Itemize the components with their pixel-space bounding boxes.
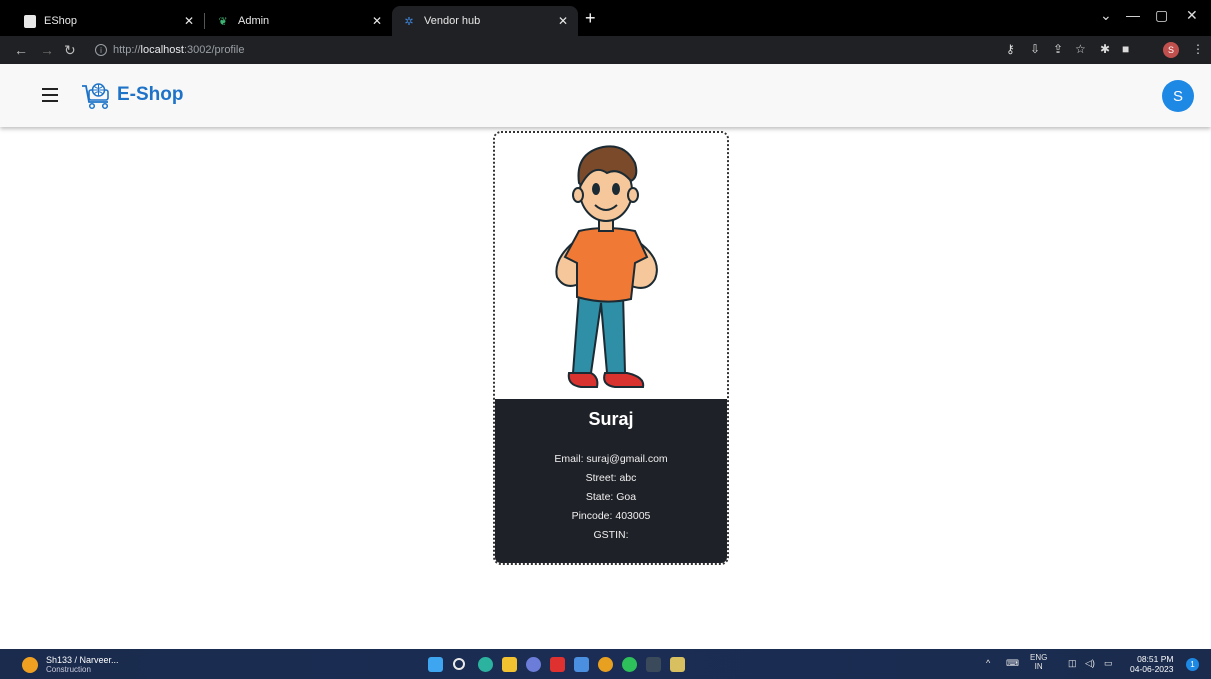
tab-eshop[interactable]: EShop ✕ — [14, 6, 204, 36]
chrome-icon[interactable] — [598, 657, 613, 672]
minimize-icon[interactable]: — — [1126, 7, 1140, 23]
system-clock[interactable]: 08:51 PM 04-06-2023 — [1130, 654, 1173, 674]
language-code: ENG — [1030, 653, 1048, 662]
menu-dots-icon[interactable]: ⋮ — [1192, 42, 1204, 56]
restore-icon[interactable]: ▢ — [1155, 7, 1168, 24]
profile-state: State: Goa — [585, 491, 637, 503]
tab-search-chevron-icon[interactable]: ⌄ — [1100, 7, 1112, 24]
url-scheme: http:// — [113, 44, 141, 56]
new-tab-plus-icon[interactable]: + — [585, 9, 596, 27]
tab-admin[interactable]: ❦ Admin ✕ — [206, 6, 392, 36]
page-icon — [24, 14, 36, 28]
logo-text: E-Shop — [117, 84, 184, 105]
app-header: E-Shop S — [0, 64, 1211, 127]
leaf-icon: ❦ — [218, 15, 228, 28]
forward-arrow-icon[interactable]: → — [40, 41, 54, 59]
url-host: localhost — [140, 44, 184, 56]
keyboard-icon[interactable]: ⌨ — [1006, 658, 1019, 669]
volume-icon[interactable]: ◁) — [1085, 658, 1095, 669]
vscode-icon[interactable] — [574, 657, 589, 672]
share-icon[interactable]: ⇪ — [1053, 42, 1063, 56]
profile-details: Email: suraj@gmail.com Street: abc State… — [495, 450, 727, 545]
whatsapp-icon[interactable] — [622, 657, 637, 672]
profile-street: Street: abc — [585, 472, 637, 484]
weather-widget[interactable]: Sh133 / Narveer... Construction — [22, 656, 119, 674]
tab-vendor-hub[interactable]: ✲ Vendor hub ✕ — [392, 6, 578, 36]
reload-icon[interactable]: ↻ — [64, 41, 76, 59]
browser-tab-strip: EShop ✕ ❦ Admin ✕ ✲ Vendor hub ✕ + ⌄ — ▢… — [0, 0, 1211, 36]
hamburger-menu-icon[interactable] — [42, 88, 58, 102]
browser-toolbar: ← → ↻ i http://localhost:3002/profile ⚷ … — [0, 36, 1211, 64]
extensions-puzzle-icon[interactable]: ✱ — [1100, 42, 1110, 56]
browser-profile-avatar[interactable]: S — [1163, 42, 1179, 58]
chevron-up-icon[interactable]: ^ — [986, 658, 990, 668]
notification-badge[interactable]: 1 — [1186, 658, 1199, 671]
teams-icon[interactable] — [526, 657, 541, 672]
window-close-icon[interactable]: ✕ — [1186, 7, 1198, 24]
profile-name: Suraj — [588, 409, 634, 429]
profile-image — [495, 133, 727, 399]
widget-title: Sh133 / Narveer... — [46, 655, 119, 665]
key-icon[interactable]: ⚷ — [1006, 42, 1015, 56]
battery-icon[interactable]: ▭ — [1104, 658, 1113, 669]
terminal-icon[interactable] — [646, 657, 661, 672]
widget-subtitle: Construction — [46, 665, 91, 674]
info-icon[interactable]: i — [95, 44, 107, 56]
tab-title: Admin — [238, 15, 270, 27]
windows-taskbar: Sh133 / Narveer... Construction ^ ⌨ ENG … — [0, 649, 1211, 679]
snipping-tool-icon[interactable] — [670, 657, 685, 672]
tab-title: Vendor hub — [424, 15, 481, 27]
profile-card: Suraj Email: suraj@gmail.com Street: abc… — [493, 131, 729, 565]
back-arrow-icon[interactable]: ← — [14, 41, 28, 59]
close-icon[interactable]: ✕ — [184, 14, 194, 28]
address-bar[interactable]: i http://localhost:3002/profile — [95, 39, 995, 61]
tab-separator — [204, 13, 205, 29]
profile-email: Email: suraj@gmail.com — [554, 453, 668, 465]
url-path: :3002/profile — [183, 44, 245, 56]
bookmark-star-icon[interactable]: ☆ — [1075, 42, 1086, 56]
clock-time: 08:51 PM — [1137, 654, 1174, 664]
shopping-cart-globe-icon — [82, 83, 109, 110]
profile-pincode: Pincode: 403005 — [571, 510, 651, 522]
profile-details-panel: Suraj Email: suraj@gmail.com Street: abc… — [495, 399, 727, 563]
close-icon[interactable]: ✕ — [558, 14, 568, 28]
traffic-warning-icon — [22, 657, 38, 673]
cartoon-boy-avatar — [555, 145, 658, 388]
file-explorer-icon[interactable] — [502, 657, 517, 672]
language-indicator[interactable]: ENG IN — [1030, 653, 1047, 671]
edge-icon[interactable] — [478, 657, 493, 672]
profile-gstin: GSTIN: — [593, 529, 629, 541]
side-panel-icon[interactable]: ■ — [1122, 42, 1129, 56]
youtube-icon[interactable] — [550, 657, 565, 672]
search-icon[interactable] — [453, 658, 465, 670]
react-icon: ✲ — [404, 15, 414, 28]
region-code: IN — [1034, 662, 1043, 671]
network-icon[interactable]: ◫ — [1068, 658, 1077, 669]
windows-start-icon[interactable] — [428, 657, 443, 672]
clock-date: 04-06-2023 — [1130, 664, 1174, 674]
tab-title: EShop — [44, 15, 78, 27]
user-avatar[interactable]: S — [1162, 80, 1194, 112]
close-icon[interactable]: ✕ — [372, 14, 382, 28]
eshop-logo[interactable]: E-Shop — [80, 78, 184, 112]
install-icon[interactable]: ⇩ — [1030, 42, 1040, 56]
